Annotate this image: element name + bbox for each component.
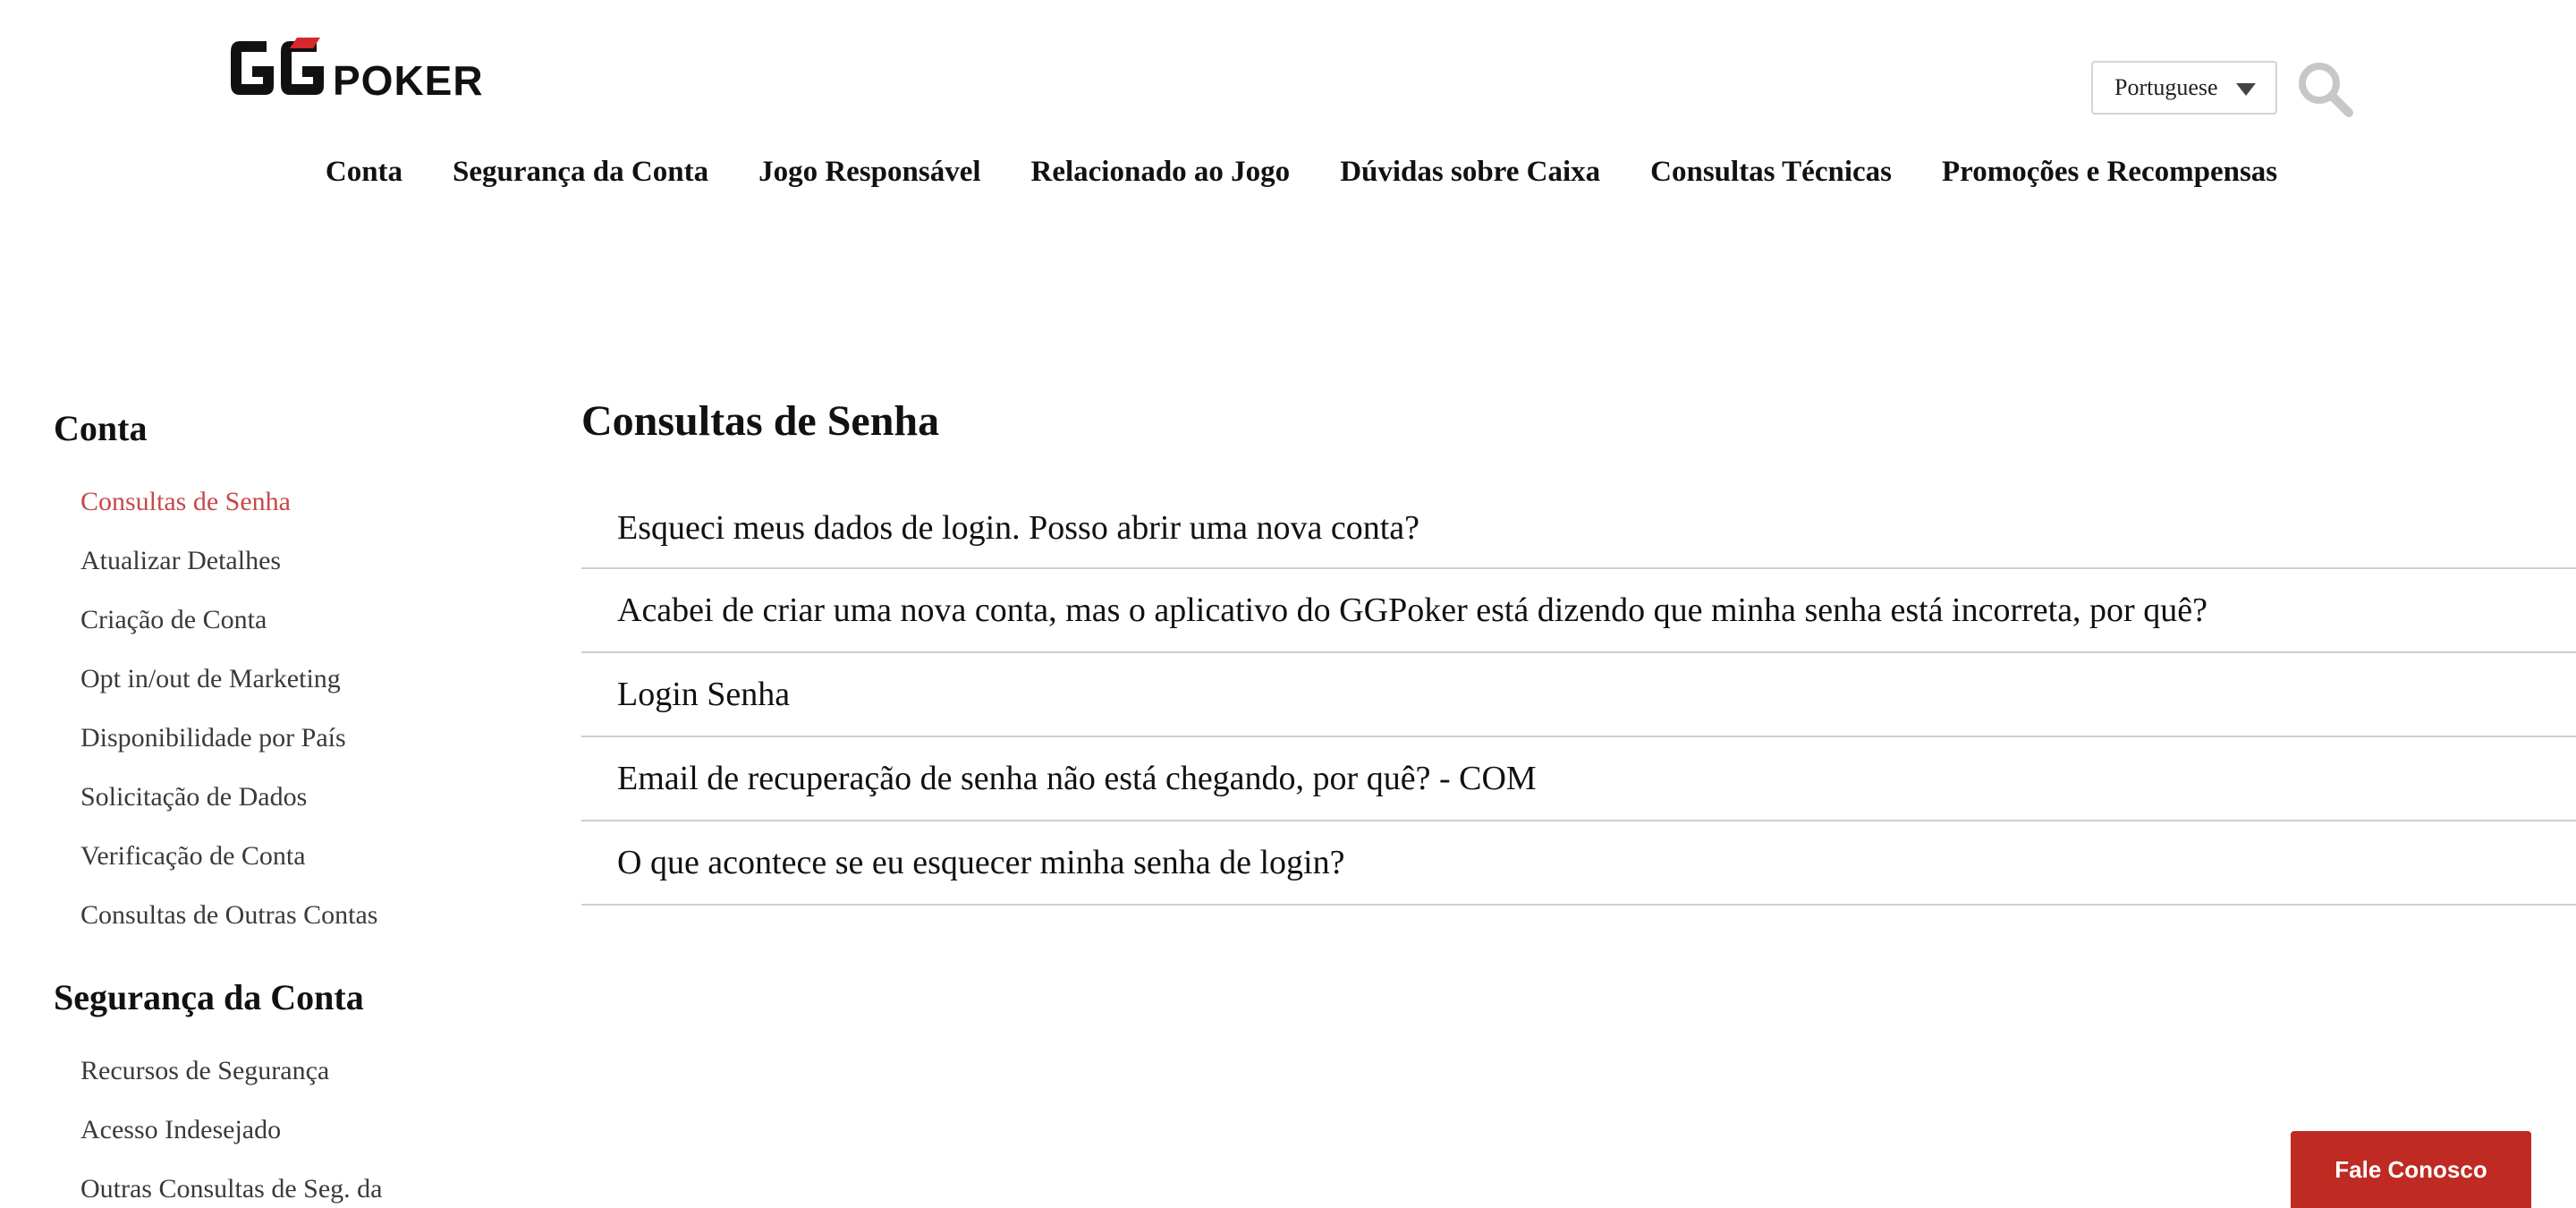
nav-seguranca-da-conta[interactable]: Segurança da Conta [453,156,708,189]
sidebar-list: Recursos de Segurança Acesso Indesejado … [54,1042,519,1208]
nav-jogo-responsavel[interactable]: Jogo Responsável [758,156,980,189]
article-list: Esqueci meus dados de login. Posso abrir… [581,487,2576,906]
sidebar-item-atualizar-detalhes[interactable]: Atualizar Detalhes [54,532,519,591]
sidebar-item-verificacao-de-conta[interactable]: Verificação de Conta [54,827,519,886]
search-icon[interactable] [2295,59,2354,118]
language-select[interactable]: Portuguese [2091,61,2277,115]
ggpoker-logo[interactable]: POKER [227,34,531,106]
article-link[interactable]: O que acontece se eu esquecer minha senh… [581,821,2576,906]
svg-text:POKER: POKER [333,57,484,104]
sidebar-group-title[interactable]: Conta [54,403,519,455]
nav-relacionado-ao-jogo[interactable]: Relacionado ao Jogo [1031,156,1291,189]
article-link[interactable]: Login Senha [581,653,2576,737]
main-nav: Conta Segurança da Conta Jogo Responsáve… [0,156,2576,189]
page: POKER Portuguese Conta Segurança da Cont… [0,0,2576,1208]
sidebar-list: Consultas de Senha Atualizar Detalhes Cr… [54,472,519,945]
sidebar-item-outras-contas[interactable]: Consultas de Outras Contas [54,886,519,945]
nav-duvidas-sobre-caixa[interactable]: Dúvidas sobre Caixa [1340,156,1600,189]
page-title: Consultas de Senha [581,397,940,445]
article-link[interactable]: Acabei de criar uma nova conta, mas o ap… [581,569,2576,653]
sidebar-item-opt-in-out[interactable]: Opt in/out de Marketing [54,650,519,709]
main-content: Consultas de Senha Esqueci meus dados de… [581,392,2576,906]
contact-us-button[interactable]: Fale Conosco [2291,1131,2531,1208]
sidebar-item-consultas-de-senha[interactable]: Consultas de Senha [54,472,519,532]
article-link[interactable]: Email de recuperação de senha não está c… [581,737,2576,821]
sidebar-item-disponibilidade[interactable]: Disponibilidade por País [54,709,519,768]
article-link[interactable]: Esqueci meus dados de login. Posso abrir… [581,487,2576,569]
sidebar-item-acesso-indesejado[interactable]: Acesso Indesejado [54,1101,519,1160]
nav-consultas-tecnicas[interactable]: Consultas Técnicas [1650,156,1892,189]
sidebar-item-outras-consultas-seg[interactable]: Outras Consultas de Seg. da [54,1160,519,1208]
sidebar-item-solicitacao-de-dados[interactable]: Solicitação de Dados [54,768,519,827]
language-select-value: Portuguese [2114,74,2218,100]
sidebar-group-title[interactable]: Segurança da Conta [54,972,519,1024]
sidebar: Conta Consultas de Senha Atualizar Detal… [54,403,519,1208]
nav-conta[interactable]: Conta [326,156,402,189]
sidebar-item-recursos-de-seguranca[interactable]: Recursos de Segurança [54,1042,519,1101]
chevron-down-icon [2236,83,2256,96]
sidebar-item-criacao-de-conta[interactable]: Criação de Conta [54,591,519,650]
nav-promocoes-e-recompensas[interactable]: Promoções e Recompensas [1942,156,2277,189]
